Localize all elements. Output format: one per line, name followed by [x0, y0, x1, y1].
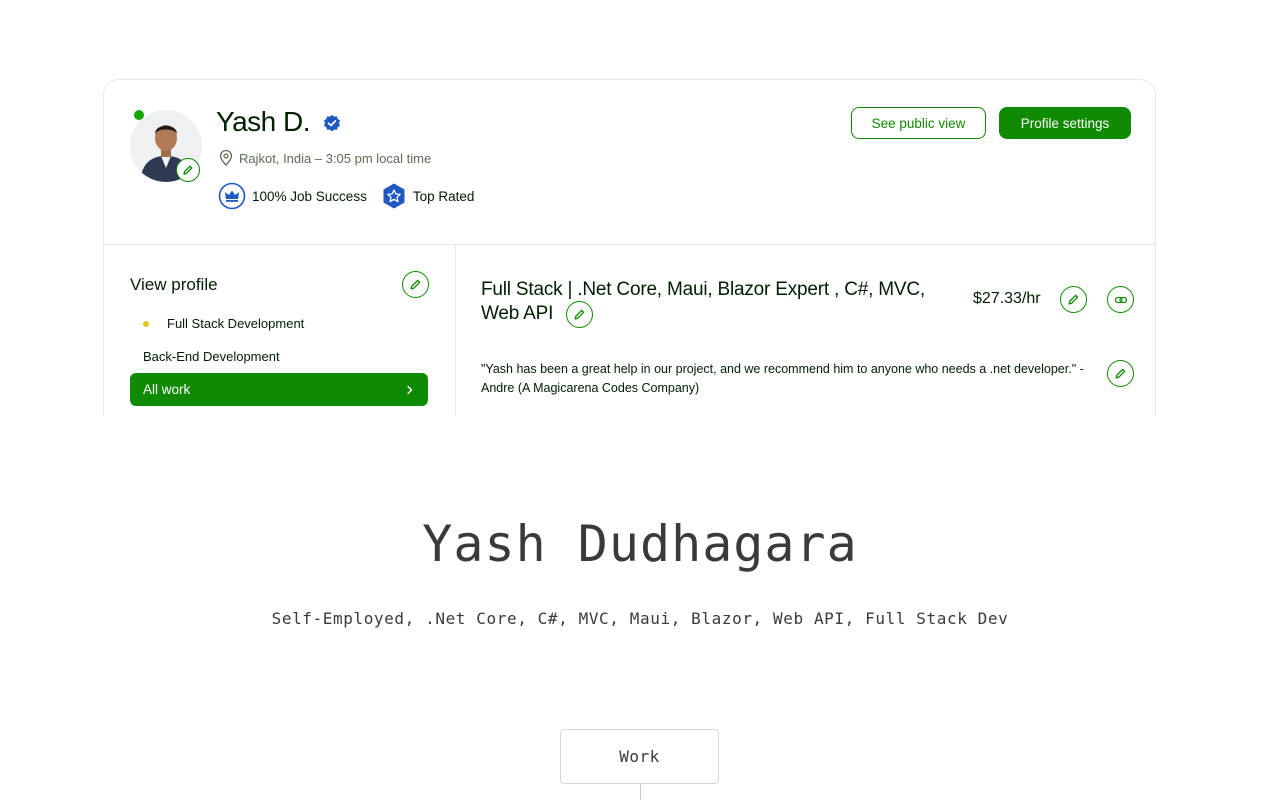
pencil-icon [1068, 294, 1079, 305]
edit-avatar-button[interactable] [176, 158, 200, 182]
testimonial-quote: "Yash has been a great help in our proje… [481, 362, 1084, 395]
pencil-icon [574, 309, 585, 320]
copy-link-button[interactable] [1107, 286, 1134, 313]
view-profile-title: View profile [130, 275, 218, 294]
top-rated-label: Top Rated [412, 188, 475, 204]
headline-text: Full Stack | .Net Core, Maui, Blazor Exp… [481, 279, 925, 324]
pencil-icon [183, 165, 193, 175]
top-rated-badge[interactable]: Top Rated [381, 182, 475, 210]
pencil-icon [410, 279, 421, 290]
avatar-container [130, 110, 202, 182]
profile-main: Full Stack | .Net Core, Maui, Blazor Exp… [456, 245, 1155, 416]
profile-card: Yash D. Rajkot, India – 3:05 pm local ti… [103, 79, 1156, 416]
sidebar-item-full-stack[interactable]: Full Stack Development [143, 316, 304, 331]
page-subtitle: Self-Employed, .Net Core, C#, MVC, Maui,… [271, 609, 1009, 628]
profile-settings-button[interactable]: Profile settings [999, 107, 1131, 139]
all-work-button[interactable]: All work [130, 373, 428, 406]
connector-line [640, 784, 641, 800]
edit-testimonial-button[interactable] [1107, 360, 1134, 387]
verified-icon [324, 115, 340, 132]
chevron-right-icon [407, 385, 413, 394]
badges-row: 100% Job Success Top Rated [218, 182, 474, 210]
hourly-rate: $27.33/hr [973, 290, 1041, 307]
profile-sidebar: View profile Full Stack Development Back… [104, 245, 456, 416]
pencil-icon [1115, 368, 1126, 379]
location-pin-icon [219, 150, 233, 166]
online-status-dot [134, 110, 144, 120]
link-icon [1114, 296, 1127, 303]
work-section-button[interactable]: Work [560, 729, 719, 784]
edit-headline-button[interactable] [566, 301, 593, 328]
job-success-badge[interactable]: 100% Job Success [218, 182, 367, 210]
sidebar-item-label: Back-End Development [143, 349, 280, 364]
sidebar-item-label: Full Stack Development [167, 316, 305, 331]
see-public-view-button[interactable]: See public view [851, 107, 986, 139]
sidebar-item-back-end[interactable]: Back-End Development [143, 349, 280, 364]
profile-location: Rajkot, India – 3:05 pm local time [219, 150, 431, 166]
profile-name: Yash D. [216, 106, 311, 137]
edit-profile-button[interactable] [402, 271, 429, 298]
profile-header: Yash D. Rajkot, India – 3:05 pm local ti… [104, 80, 1155, 245]
edit-rate-button[interactable] [1060, 286, 1087, 313]
all-work-label: All work [143, 382, 191, 397]
job-success-label: 100% Job Success [252, 188, 367, 204]
location-text: Rajkot, India – 3:05 pm local time [239, 150, 432, 166]
page-title: Yash Dudhagara [422, 515, 858, 573]
star-badge-icon [383, 183, 405, 209]
profile-headline: Full Stack | .Net Core, Maui, Blazor Exp… [481, 278, 951, 326]
crown-icon [218, 182, 246, 210]
active-indicator-dot [143, 320, 149, 327]
